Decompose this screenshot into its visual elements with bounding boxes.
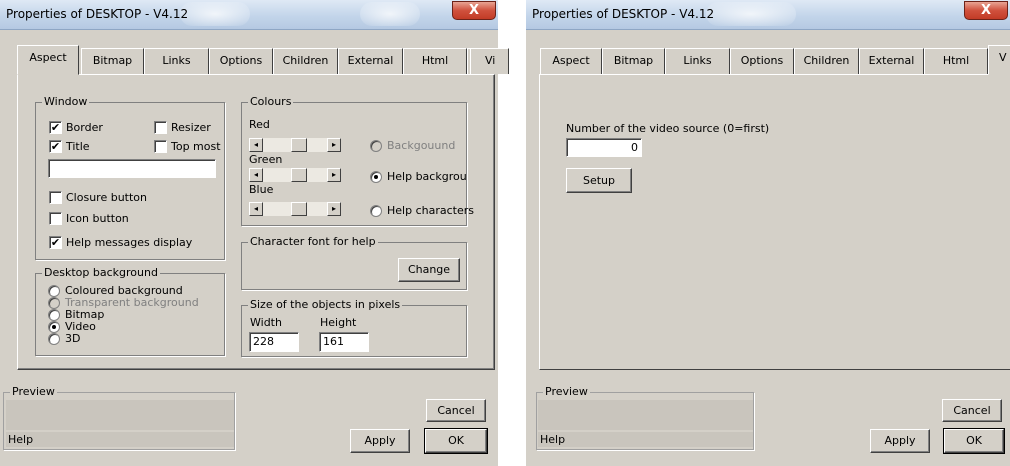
help-messages-checkbox[interactable]: ✔ <box>49 236 62 249</box>
preview-area <box>538 400 753 430</box>
background-label: Backgouund <box>387 139 456 152</box>
window-title: Properties of DESKTOP - V4.12 <box>6 7 189 21</box>
help-characters-label: Help characters <box>387 204 474 217</box>
help-bar: Help <box>6 432 234 447</box>
help-characters-radio[interactable] <box>370 205 382 217</box>
tab-links[interactable]: Links <box>144 48 209 74</box>
bitmap-radio[interactable] <box>48 309 60 321</box>
ok-button[interactable]: OK <box>943 428 1005 454</box>
title-text-input[interactable] <box>48 159 216 178</box>
arrow-right-icon[interactable]: ▸ <box>327 168 341 182</box>
properties-window-aspect: Properties of DESKTOP - V4.12 X Aspect B… <box>0 0 509 466</box>
tab-video[interactable]: V <box>988 45 1010 75</box>
help-text: Help <box>540 433 566 446</box>
preview-area <box>6 400 234 430</box>
tab-children[interactable]: Children <box>794 48 859 74</box>
closure-button-checkbox[interactable] <box>49 191 62 204</box>
close-button[interactable]: X <box>964 1 1008 20</box>
apply-button[interactable]: Apply <box>870 429 930 453</box>
help-bar: Help <box>538 432 753 447</box>
tab-html[interactable]: Html <box>403 48 467 74</box>
icon-button-label: Icon button <box>66 212 129 225</box>
tab-children[interactable]: Children <box>273 48 338 74</box>
arrow-left-icon[interactable]: ◂ <box>249 202 263 216</box>
green-label: Green <box>249 153 283 166</box>
closure-button-label: Closure button <box>66 191 147 204</box>
blue-label: Blue <box>249 183 274 196</box>
tab-options[interactable]: Options <box>730 48 794 74</box>
scroll-thumb[interactable] <box>291 138 307 152</box>
help-background-label: Help backgrou <box>387 170 467 183</box>
transparent-background-radio[interactable] <box>48 297 60 309</box>
width-input[interactable]: 228 <box>249 332 299 352</box>
video-radio[interactable] <box>48 321 60 333</box>
preview-legend: Preview <box>543 385 590 398</box>
apply-button[interactable]: Apply <box>350 429 410 453</box>
tab-html[interactable]: Html <box>924 48 988 74</box>
checkmark-icon: ✔ <box>50 121 61 134</box>
tab-bitmap[interactable]: Bitmap <box>81 48 144 74</box>
desktop-background-legend: Desktop background <box>42 266 160 279</box>
ok-button[interactable]: OK <box>424 428 488 454</box>
cancel-button[interactable]: Cancel <box>426 399 486 422</box>
video-source-input[interactable]: 0 <box>566 138 642 157</box>
height-label: Height <box>320 316 357 329</box>
title-bar[interactable]: Properties of DESKTOP - V4.12 X <box>526 0 1010 30</box>
arrow-left-icon[interactable]: ◂ <box>249 138 263 152</box>
height-input[interactable]: 161 <box>319 332 369 352</box>
help-background-radio[interactable] <box>370 171 382 183</box>
help-messages-label: Help messages display <box>66 236 193 249</box>
arrow-right-icon[interactable]: ▸ <box>327 138 341 152</box>
colours-legend: Colours <box>248 95 294 108</box>
title-checkbox[interactable]: ✔ <box>49 140 62 153</box>
title-label: Title <box>66 140 90 153</box>
green-scrollbar[interactable]: ◂ ▸ <box>249 168 343 182</box>
tab-video[interactable]: Vi <box>470 48 498 74</box>
arrow-right-icon[interactable]: ▸ <box>327 202 341 216</box>
size-legend: Size of the objects in pixels <box>248 298 403 311</box>
tab-panel-video <box>539 74 1010 370</box>
cancel-button[interactable]: Cancel <box>942 399 1002 422</box>
close-icon: X <box>468 3 480 18</box>
tab-aspect[interactable]: Aspect <box>17 45 79 75</box>
help-text: Help <box>8 433 34 446</box>
icon-button-checkbox[interactable] <box>49 212 62 225</box>
3d-radio[interactable] <box>48 333 60 345</box>
tab-options[interactable]: Options <box>209 48 273 74</box>
tab-external[interactable]: External <box>338 48 403 74</box>
title-bar[interactable]: Properties of DESKTOP - V4.12 X <box>0 0 498 30</box>
checkmark-icon: ✔ <box>50 236 61 249</box>
red-label: Red <box>249 118 270 131</box>
tab-bitmap[interactable]: Bitmap <box>602 48 665 74</box>
scroll-thumb[interactable] <box>291 168 307 182</box>
arrow-left-icon[interactable]: ◂ <box>249 168 263 182</box>
width-label: Width <box>250 316 282 329</box>
resizer-checkbox[interactable] <box>154 121 167 134</box>
top-most-checkbox[interactable] <box>154 140 167 153</box>
background-radio[interactable] <box>370 140 382 152</box>
border-checkbox[interactable]: ✔ <box>49 121 62 134</box>
window-group-legend: Window <box>42 95 90 108</box>
scroll-thumb[interactable] <box>291 202 307 216</box>
close-button[interactable]: X <box>452 1 496 20</box>
window-title: Properties of DESKTOP - V4.12 <box>532 7 715 21</box>
setup-button[interactable]: Setup <box>566 168 632 193</box>
checkmark-icon: ✔ <box>50 140 61 153</box>
tab-links[interactable]: Links <box>665 48 730 74</box>
top-most-label: Top most <box>171 140 221 153</box>
change-font-button[interactable]: Change <box>398 258 460 282</box>
character-font-legend: Character font for help <box>248 235 378 248</box>
border-label: Border <box>66 121 103 134</box>
video-source-label: Number of the video source (0=first) <box>566 122 770 135</box>
blue-scrollbar[interactable]: ◂ ▸ <box>249 202 343 216</box>
close-icon: X <box>980 3 992 18</box>
tab-external[interactable]: External <box>859 48 924 74</box>
red-scrollbar[interactable]: ◂ ▸ <box>249 138 343 152</box>
coloured-background-radio[interactable] <box>48 285 60 297</box>
preview-legend: Preview <box>10 385 57 398</box>
tab-aspect[interactable]: Aspect <box>540 48 602 74</box>
resizer-label: Resizer <box>171 121 211 134</box>
3d-label: 3D <box>65 332 81 345</box>
properties-window-video: Properties of DESKTOP - V4.12 X Aspect B… <box>526 0 1010 466</box>
